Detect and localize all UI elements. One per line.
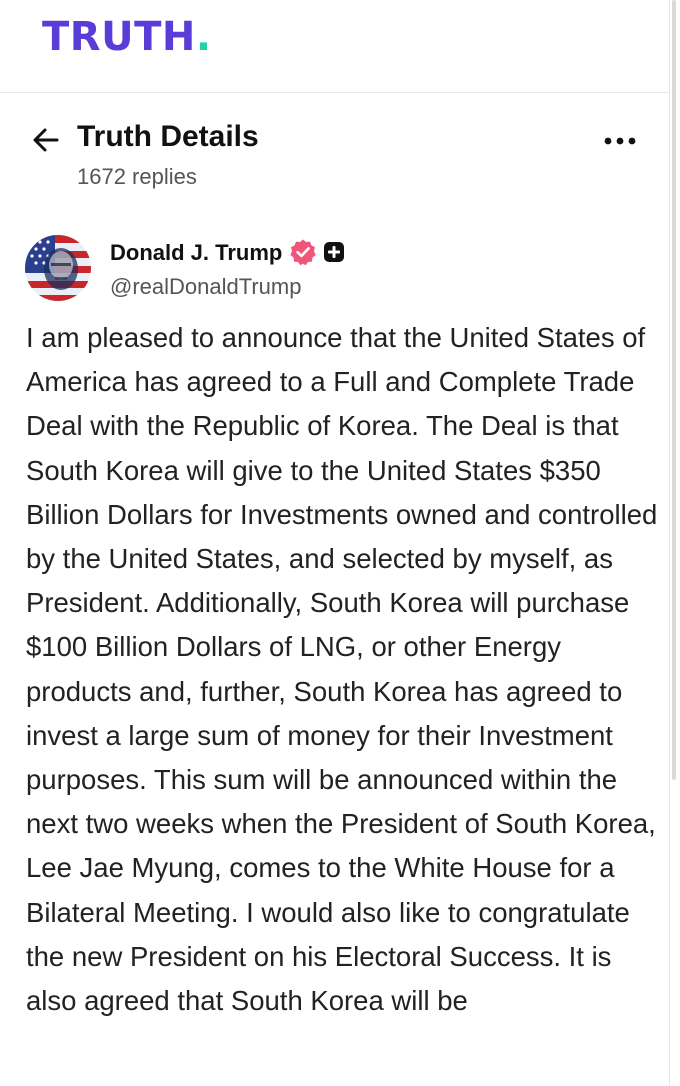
post-text: I am pleased to announce that the United… — [26, 322, 658, 1017]
author-handle[interactable]: @realDonaldTrump — [110, 274, 301, 300]
avatar[interactable] — [25, 235, 91, 301]
arrow-left-icon — [33, 128, 59, 152]
author-badges — [289, 238, 345, 266]
replies-count: 1672 replies — [77, 164, 197, 189]
author-row: Donald J. Trump @realDonaldTrump — [0, 232, 670, 304]
logo-text: TRUTH — [42, 14, 196, 60]
scrollbar[interactable] — [669, 0, 680, 1086]
author-name[interactable]: Donald J. Trump — [110, 240, 282, 266]
truth-logo[interactable]: TRUTH. — [42, 14, 212, 60]
plus-badge-icon — [324, 242, 344, 262]
avatar-image-icon — [25, 235, 91, 301]
top-bar: TRUTH. — [0, 0, 670, 93]
details-header: Truth Details 1672 replies — [0, 118, 670, 198]
verified-badge-icon — [290, 239, 316, 266]
page-title: Truth Details — [77, 120, 259, 153]
truth-details-page: TRUTH. Truth Details 1672 replies Donald… — [0, 0, 680, 1086]
back-button[interactable] — [30, 124, 62, 156]
logo-dot: . — [195, 14, 212, 60]
more-horizontal-icon — [604, 137, 636, 145]
scrollbar-thumb[interactable] — [672, 0, 676, 780]
more-options-button[interactable] — [602, 134, 638, 148]
